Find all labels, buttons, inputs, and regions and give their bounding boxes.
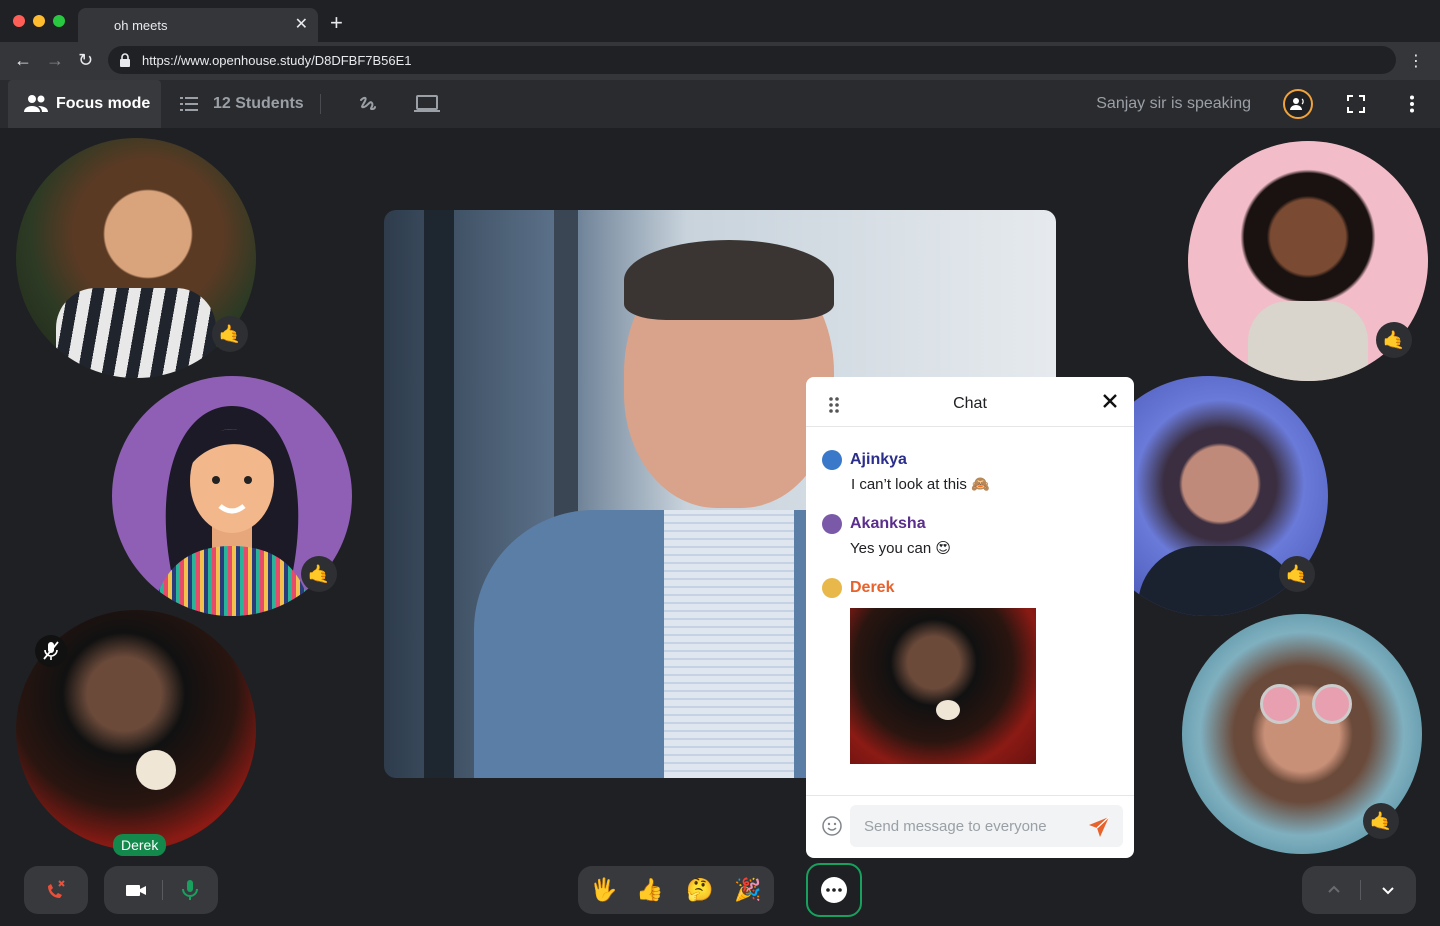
- avatar: [822, 450, 842, 470]
- chat-gif-image[interactable]: [850, 608, 1036, 764]
- browser-menu-icon[interactable]: ⋮: [1408, 51, 1424, 71]
- tab-focus-mode[interactable]: Focus mode: [8, 80, 161, 128]
- tab-title: oh meets: [114, 18, 168, 33]
- forward-icon[interactable]: →: [46, 50, 64, 70]
- speaking-person-icon: [1290, 98, 1304, 110]
- control-divider: [162, 880, 163, 900]
- raise-reaction-badge: 🤙: [212, 316, 248, 352]
- chevron-up-icon[interactable]: [1322, 878, 1346, 902]
- chat-toggle-button[interactable]: [806, 863, 862, 917]
- end-call-button[interactable]: [24, 866, 88, 914]
- thinking-reaction-button[interactable]: 🤔: [686, 876, 713, 904]
- list-icon: [180, 97, 198, 111]
- focus-mode-label: Focus mode: [56, 95, 151, 112]
- raise-reaction-badge: 🤙: [1363, 803, 1399, 839]
- avatar: [822, 578, 842, 598]
- dark-top: [1138, 546, 1298, 616]
- raise-reaction-badge: 🤙: [301, 556, 337, 592]
- speaker-indicator: [1283, 89, 1313, 119]
- minimize-window-button[interactable]: [33, 15, 45, 27]
- control-divider: [1360, 880, 1361, 900]
- chat-panel: Chat Ajinkya I can’t look at this 🙈 Akan…: [806, 377, 1134, 858]
- reactions-bar: 🖐 👍 🤔 🎉: [578, 866, 774, 914]
- speaking-status: Sanjay sir is speaking: [1096, 95, 1251, 112]
- window-frame: [424, 210, 454, 778]
- fullscreen-icon[interactable]: [1347, 95, 1365, 113]
- avatar: [822, 514, 842, 534]
- new-tab-icon[interactable]: +: [330, 12, 343, 34]
- message-author: Derek: [850, 579, 895, 596]
- raise-reaction-badge: 🤙: [1376, 322, 1412, 358]
- striped-shirt: [56, 288, 216, 378]
- message-text: I can’t look at this 🙈: [851, 476, 990, 493]
- chat-bubble-icon: [821, 877, 847, 903]
- whiteboard-scribble-icon[interactable]: [358, 94, 378, 114]
- sunglasses-lens: [1260, 684, 1300, 724]
- media-controls: [104, 866, 218, 914]
- meeting-app: Focus mode 12 Students Sanjay sir is spe…: [0, 80, 1440, 926]
- students-count-label: 12 Students: [213, 95, 304, 112]
- popcorn: [136, 750, 176, 790]
- muted-mic-icon: [35, 635, 67, 667]
- chevron-down-icon[interactable]: [1376, 878, 1400, 902]
- speaker-hair: [624, 240, 834, 320]
- toolbar-divider: [320, 94, 321, 114]
- participant-name-tag: Derek: [113, 834, 167, 856]
- speaker-shirt: [664, 510, 794, 778]
- close-window-button[interactable]: [13, 15, 25, 27]
- meeting-toolbar: Focus mode 12 Students Sanjay sir is spe…: [0, 80, 1440, 128]
- pagination-controls: [1302, 866, 1416, 914]
- end-call-icon: [48, 880, 65, 898]
- sunglasses-lens: [1312, 684, 1352, 724]
- emoji-picker-icon[interactable]: [822, 816, 842, 836]
- raise-reaction-badge: 🤙: [1279, 556, 1315, 592]
- lock-icon: [120, 53, 130, 67]
- message-author: Ajinkya: [850, 451, 907, 468]
- thumbs-up-reaction-button[interactable]: 👍: [636, 876, 663, 904]
- back-icon[interactable]: ←: [14, 50, 32, 70]
- tab-close-icon[interactable]: ✕: [295, 14, 308, 34]
- chat-footer: [806, 795, 1134, 858]
- chat-header: Chat: [806, 377, 1134, 427]
- floral-shirt: [1248, 301, 1368, 381]
- message-author: Akanksha: [850, 515, 926, 532]
- address-bar-row: ← → ↻ https://www.openhouse.study/D8DFBF…: [0, 42, 1440, 80]
- reload-icon[interactable]: ↻: [78, 50, 93, 70]
- browser-tab[interactable]: oh meets ✕: [78, 8, 318, 42]
- close-icon[interactable]: [1100, 391, 1120, 411]
- omnibox[interactable]: https://www.openhouse.study/D8DFBF7B56E1: [108, 46, 1396, 74]
- people-icon: [24, 95, 48, 112]
- maximize-window-button[interactable]: [53, 15, 65, 27]
- send-icon[interactable]: [1088, 816, 1110, 838]
- chat-title: Chat: [953, 395, 987, 412]
- chat-message-input[interactable]: [850, 805, 1123, 847]
- more-options-icon[interactable]: [1408, 95, 1416, 113]
- wave-reaction-button[interactable]: 🖐: [590, 876, 617, 904]
- browser-titlebar: oh meets ✕ +: [0, 0, 1440, 42]
- microphone-icon[interactable]: [178, 878, 202, 902]
- party-reaction-button[interactable]: 🎉: [734, 876, 761, 904]
- camera-icon[interactable]: [124, 878, 148, 902]
- message-text: Yes you can 😍: [850, 540, 951, 557]
- url-text: https://www.openhouse.study/D8DFBF7B56E1: [142, 53, 412, 68]
- screen-share-icon[interactable]: [414, 95, 440, 113]
